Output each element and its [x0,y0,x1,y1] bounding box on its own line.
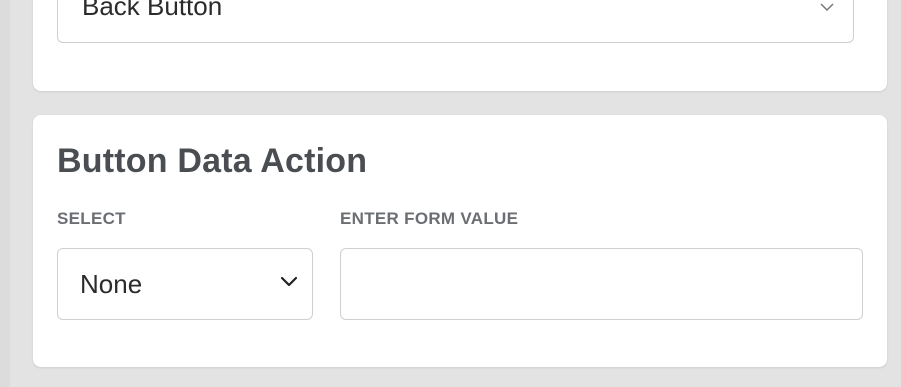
page: Back Button Button Data Action SELECT EN… [0,0,901,387]
select-label: SELECT [57,209,126,228]
button-data-action-card: Button Data Action SELECT ENTER FORM VAL… [33,115,887,367]
action-select[interactable]: None [57,248,313,320]
page-left-edge [0,0,10,387]
action-select-value: None [80,269,143,299]
form-value-label: ENTER FORM VALUE [340,209,519,228]
previous-action-select[interactable]: Back Button [57,0,854,43]
chevron-down-icon [280,275,298,293]
form-value-input[interactable] [340,248,863,320]
previous-action-select-value: Back Button [82,0,223,21]
chevron-down-icon [819,0,835,17]
previous-card: Back Button [33,0,887,91]
section-title: Button Data Action [57,142,368,180]
